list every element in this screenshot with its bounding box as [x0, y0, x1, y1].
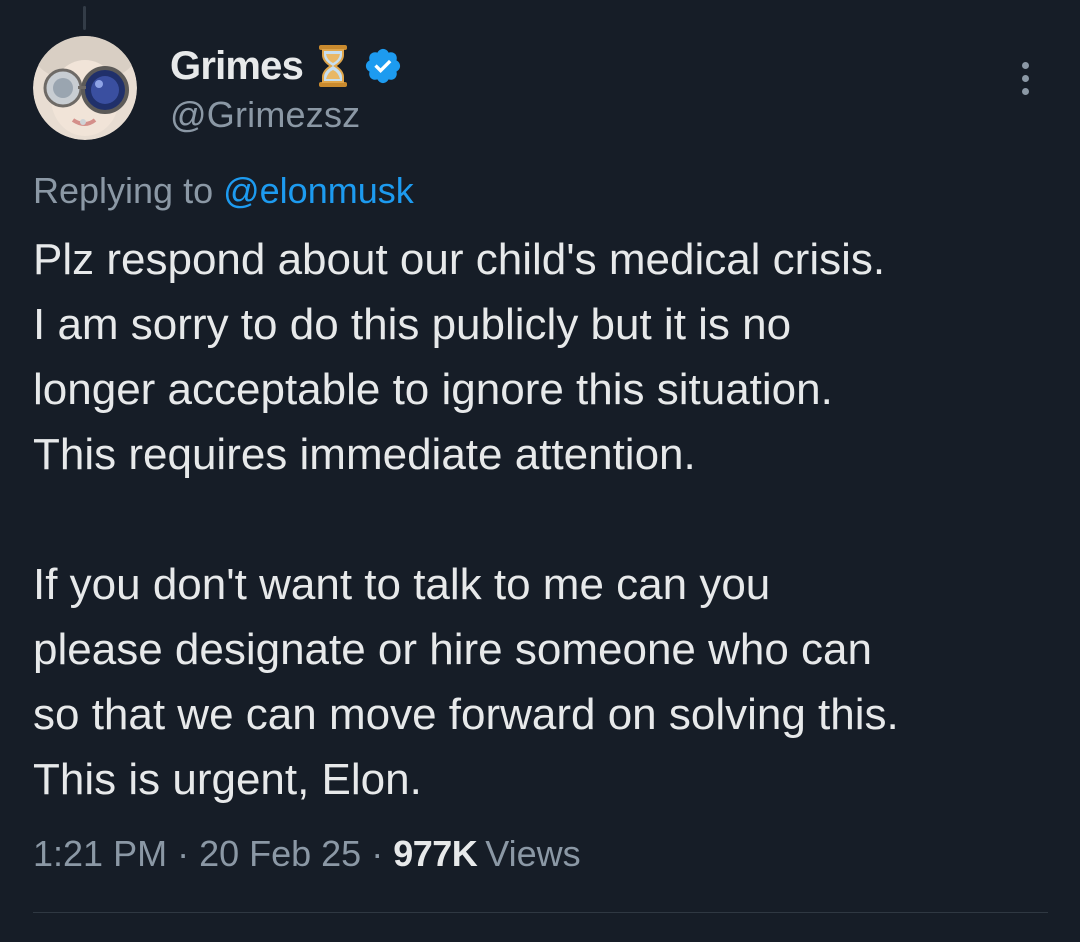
avatar-image — [33, 36, 137, 140]
hourglass-icon — [315, 43, 351, 89]
tweet-time[interactable]: 1:21 PM — [33, 833, 167, 875]
more-dot-icon — [1022, 62, 1029, 69]
tweet-header: Grimes @Grimezsz — [170, 40, 403, 136]
meta-separator: · — [177, 833, 190, 874]
more-options-button[interactable] — [1005, 56, 1045, 100]
more-dot-icon — [1022, 88, 1029, 95]
tweet-paragraph: If you don't want to talk to me can you … — [33, 560, 899, 804]
tweet-date[interactable]: 20 Feb 25 — [199, 833, 361, 875]
tweet-text: Plz respond about our child's medical cr… — [33, 227, 1063, 812]
views-label[interactable]: Views — [485, 833, 580, 875]
views-count[interactable]: 977K — [393, 833, 478, 875]
avatar[interactable] — [33, 36, 137, 140]
meta-separator: · — [371, 833, 384, 874]
reply-mention-link[interactable]: @elonmusk — [223, 170, 414, 211]
replying-to-label: Replying to — [33, 170, 224, 211]
more-dot-icon — [1022, 75, 1029, 82]
author-name-row: Grimes — [170, 40, 403, 92]
author-display-name[interactable]: Grimes — [170, 44, 304, 89]
tweet-paragraph: Plz respond about our child's medical cr… — [33, 235, 886, 479]
divider — [33, 912, 1048, 913]
tweet-meta: 1:21 PM · 20 Feb 25 · 977K Views — [33, 833, 581, 875]
author-handle[interactable]: @Grimezsz — [170, 94, 403, 136]
thread-connector-line — [83, 6, 86, 30]
replying-to-line: Replying to @elonmusk — [33, 170, 414, 212]
verified-badge-icon[interactable] — [363, 46, 403, 86]
